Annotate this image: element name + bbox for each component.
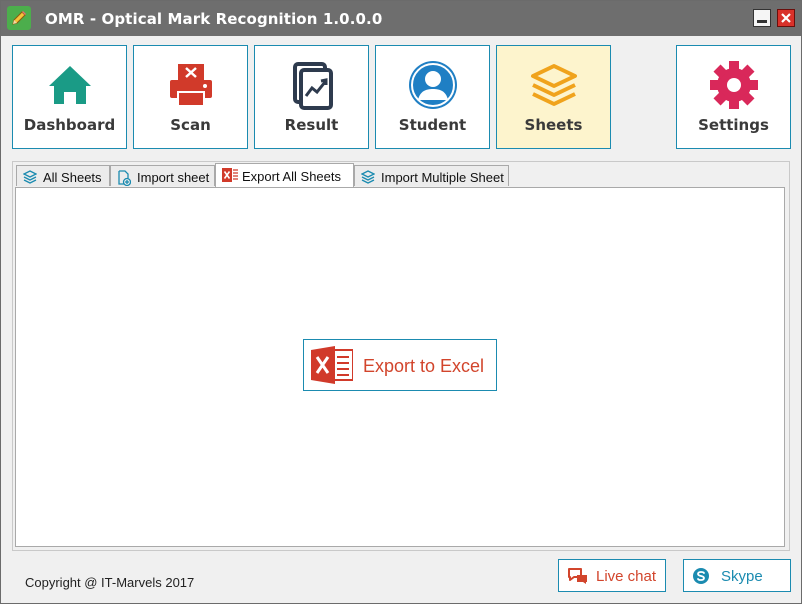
copyright-text: Copyright @ IT-Marvels 2017 (25, 575, 195, 590)
nav-student-button[interactable]: Student (375, 45, 490, 149)
layers-icon (22, 170, 38, 184)
nav-sheets-button[interactable]: Sheets (496, 45, 611, 149)
nav-label: Result (284, 116, 339, 134)
tab-label: Import sheet (137, 170, 210, 185)
tab-import-multiple-sheet[interactable]: Import Multiple Sheet (354, 165, 509, 186)
excel-icon (222, 168, 238, 182)
export-to-excel-button[interactable]: Export to Excel (303, 339, 497, 391)
nav-scan-button[interactable]: Scan (133, 45, 248, 149)
file-add-icon (117, 170, 132, 187)
window-title: OMR - Optical Mark Recognition 1.0.0.0 (45, 10, 383, 28)
nav-label: Settings (698, 116, 769, 134)
tab-label: All Sheets (43, 170, 102, 185)
printer-x-icon (164, 58, 218, 112)
gear-icon (707, 58, 761, 112)
live-chat-button[interactable]: Live chat (558, 559, 666, 592)
skype-icon (692, 567, 710, 590)
chart-document-icon (285, 58, 339, 112)
nav-label: Sheets (524, 116, 583, 134)
app-window: OMR - Optical Mark Recognition 1.0.0.0 D… (0, 0, 802, 604)
nav-settings-button[interactable]: Settings (676, 45, 791, 149)
tab-import-sheet[interactable]: Import sheet (110, 165, 215, 187)
skype-label: Skype (721, 568, 763, 585)
chat-bubbles-icon (567, 567, 589, 590)
minimize-button[interactable] (753, 9, 771, 27)
nav-dashboard-button[interactable]: Dashboard (12, 45, 127, 149)
user-icon (406, 58, 460, 112)
excel-icon (311, 346, 354, 389)
pencil-icon (7, 6, 31, 30)
export-button-label: Export to Excel (363, 356, 485, 376)
layers-icon (527, 58, 581, 112)
live-chat-label: Live chat (596, 568, 657, 585)
title-bar[interactable]: OMR - Optical Mark Recognition 1.0.0.0 (1, 1, 801, 36)
tab-all-sheets[interactable]: All Sheets (16, 165, 110, 186)
nav-label: Student (398, 116, 467, 134)
layers-icon (360, 170, 376, 184)
tab-label: Import Multiple Sheet (381, 170, 504, 185)
nav-label: Dashboard (23, 116, 116, 134)
tab-export-all-sheets[interactable]: Export All Sheets (215, 163, 354, 187)
close-button[interactable] (777, 9, 795, 27)
tab-label: Export All Sheets (242, 169, 341, 184)
nav-result-button[interactable]: Result (254, 45, 369, 149)
skype-button[interactable]: Skype (683, 559, 791, 592)
nav-label: Scan (170, 116, 211, 134)
home-icon (43, 58, 97, 112)
